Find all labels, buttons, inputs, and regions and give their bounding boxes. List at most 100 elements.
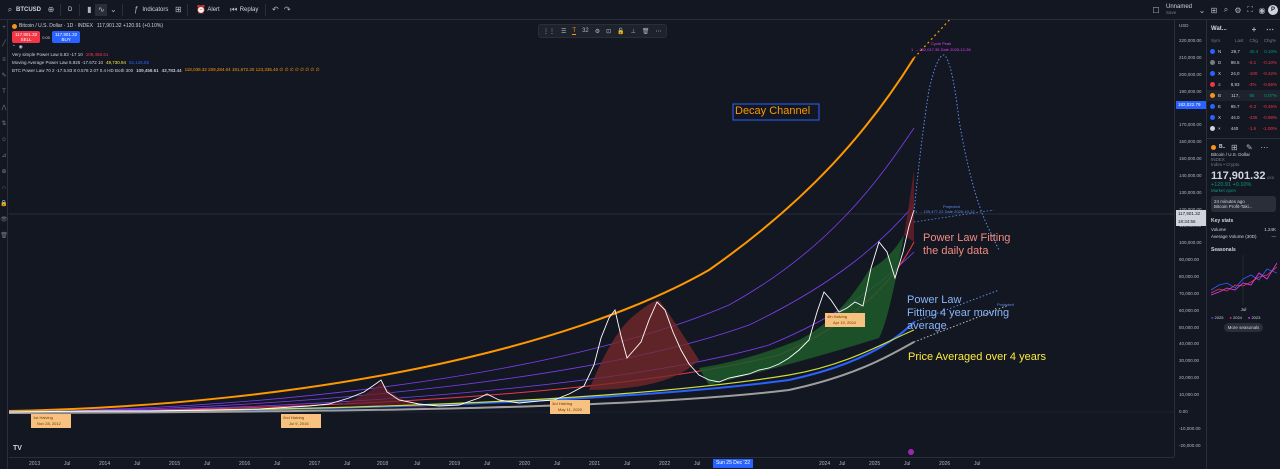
trash-icon[interactable]: 🗑 [0,228,8,244]
more-icon[interactable]: ⋯ [1258,141,1270,153]
font-size-value[interactable]: 32 [582,28,589,34]
price-tick-label: 130,000.00 [1179,189,1202,195]
watchlist-chg: -3% [1248,82,1257,87]
detail-symbol: B.. [1219,144,1226,150]
indicators-icon: ƒ [134,5,139,14]
pattern-icon[interactable]: ⋀ [0,100,8,116]
settings-icon[interactable]: ⚙ [595,28,600,35]
decay-channel-band-3 [9,251,915,413]
zoom-icon[interactable]: ⊕ [0,164,8,180]
watchlist-row[interactable]: X 44.0 -436 -0.98% [1207,112,1280,123]
indicator-row-2[interactable]: Moving Average Power Law 5.925 -17.672 1… [12,58,320,66]
watchlist-symbol: × [1218,126,1221,131]
halving-1-date: Nov 28, 2012 [37,421,61,426]
forecast-icon[interactable]: ⇅ [0,116,8,132]
drag-handle-icon[interactable]: ⋮⋮ [543,28,555,35]
brush-icon[interactable]: ✎ [0,68,8,84]
watchlist-row[interactable]: D 98.5 -0.1 -0.10% [1207,57,1280,68]
ruler-icon[interactable]: ⊿ [0,148,8,164]
collapse-legend-icon[interactable]: ⌃ [12,44,16,50]
lock-icon[interactable]: 🔒 [0,196,8,212]
chevron-down-icon[interactable]: ⌄ [107,4,119,16]
watchlist-row[interactable]: × 440 -1.6 -1.00% [1207,123,1280,134]
interval-button[interactable]: D [64,0,76,20]
line-chart-icon[interactable]: ∿ [95,3,108,16]
settings-gear-icon[interactable]: ⚙ [1232,4,1244,16]
eye-icon[interactable]: ◉ [19,44,23,50]
ma-fit-label-1: Power Law [907,294,962,306]
col-last[interactable]: Last [1235,38,1244,46]
legend-title[interactable]: Bitcoin / U.S. Dollar · 1D · INDEX [19,23,93,29]
chevron-down-icon[interactable]: ⌄ [1196,4,1208,16]
template-icon[interactable]: ☰ [561,28,566,35]
templates-icon[interactable]: ⊞ [172,4,184,16]
price-tick-label: 200,000.00 [1179,71,1202,77]
buy-button[interactable]: 117,901.32 BUY [52,31,81,43]
lock-drawing-icon[interactable]: 🔓 [617,28,624,35]
eye-icon[interactable]: 👁 [0,212,8,228]
redo-icon[interactable]: ↷ [281,4,293,16]
more-icon[interactable]: ⋯ [656,28,662,35]
watchlist-row[interactable]: X 24,0 -100 -0.42% [1207,68,1280,79]
col-chg[interactable]: Chg [1249,38,1257,46]
price-tick-label: 60,000.00 [1179,307,1200,313]
camera-icon[interactable]: ◉ [1256,4,1268,16]
avatar[interactable]: P [1268,5,1278,15]
watchlist-row[interactable]: B 117, 86 0.07% [1207,90,1280,101]
more-seasonals-button[interactable]: More seasonals [1223,323,1264,332]
fib-icon[interactable]: ≡ [0,52,8,68]
alert-button[interactable]: ⏰ Alert [191,0,223,20]
grid-layout-icon[interactable]: ⊞ [1208,4,1220,16]
add-icon[interactable]: + [1248,23,1260,35]
halving-3-date: May 11, 2020 [558,407,582,412]
layout-square-icon[interactable]: ☐ [1150,4,1162,16]
drawing-toolbar: + ╱ ≡ ✎ T ⋀ ⇅ ☺ ⊿ ⊕ ∩ 🔒 👁 🗑 [0,20,8,469]
symbol-search[interactable]: ⌕ BTCUSD [0,0,45,20]
more-icon[interactable]: ⋯ [1264,23,1276,35]
replay-button[interactable]: ⏮ Replay [224,0,263,20]
fullscreen-icon[interactable]: ⛶ [1244,4,1256,16]
pin-icon[interactable]: ⊥ [631,28,636,35]
lock-icon[interactable]: ⊡ [606,28,611,35]
watchlist-last: 8,93 [1230,82,1240,87]
price-tick-label: 150,000.00 [1179,156,1202,162]
text-color-icon[interactable]: T [572,28,577,35]
add-symbol-icon[interactable]: ⊕ [45,4,57,16]
crosshair-icon[interactable]: + [0,20,8,36]
price-axis[interactable]: USD 220,000.00 210,000.00 200,000.00 190,00… [1174,20,1206,457]
watchlist-row[interactable]: N 29,7 40.4 0.10% [1207,46,1280,57]
time-tick-label: 2017 [309,461,321,467]
watchlist-row[interactable]: E 95.7 -0.3 -0.45% [1207,101,1280,112]
indicator-row-3[interactable]: BTC Power Law 70 2 -17.5.83 8 0.578 2.07… [12,66,320,74]
symbol-label: BTCUSD [16,6,41,13]
seasonals-chart [1210,255,1278,305]
trend-line-icon[interactable]: ╱ [0,36,8,52]
watchlist-row[interactable]: ≡ 8,93 -3% -0.66% [1207,79,1280,90]
icons-tool-icon[interactable]: ☺ [0,132,8,148]
news-item[interactable]: 24 minutes ago Bitcoin Profit-Taki... [1211,196,1276,212]
bar-style-icon[interactable]: ▮ [83,4,95,16]
watchlist-chg: -100 [1248,71,1258,76]
trash-icon[interactable]: 🗑 [642,28,650,35]
daily-fit-label-1: Power Law Fitting [923,232,1011,244]
text-icon[interactable]: T [0,84,8,100]
sell-button[interactable]: 117,901.32 SELL [12,31,41,43]
price-tick-label: 220,000.00 [1179,38,1202,43]
currency-label[interactable]: USD [1179,23,1189,28]
halving-4-date: Apr 19, 2024 [833,320,856,325]
watchlist-chg-pct: -0.66% [1262,82,1278,87]
col-chg-pct[interactable]: Chg% [1264,38,1276,46]
indicators-button[interactable]: ƒ Indicators [126,0,172,20]
watchlist-title[interactable]: Wat... [1211,26,1227,32]
time-tick-label: Jul [64,461,71,467]
time-axis[interactable]: 2013 Jul 2014 Jul 2015 Jul 2016 Jul 2017 Jul 2018 J… [9,457,1174,469]
undo-icon[interactable]: ↶ [269,4,281,16]
col-symbol[interactable]: Sym [1211,38,1229,46]
time-tick-label: 2026 [939,461,951,467]
daily-fit-label-2: the daily data [923,245,989,257]
chart-pane[interactable]: Decay Channel Power Law Fitting the dail… [9,20,1174,457]
magnet-icon[interactable]: ∩ [0,180,8,196]
layout-name-button[interactable]: Unnamed Save [1162,0,1196,20]
indicator-row-1[interactable]: Very simple Power Law 5.83 -17 10 109,45… [12,50,320,58]
search-icon[interactable]: ⌕ [1220,4,1232,16]
